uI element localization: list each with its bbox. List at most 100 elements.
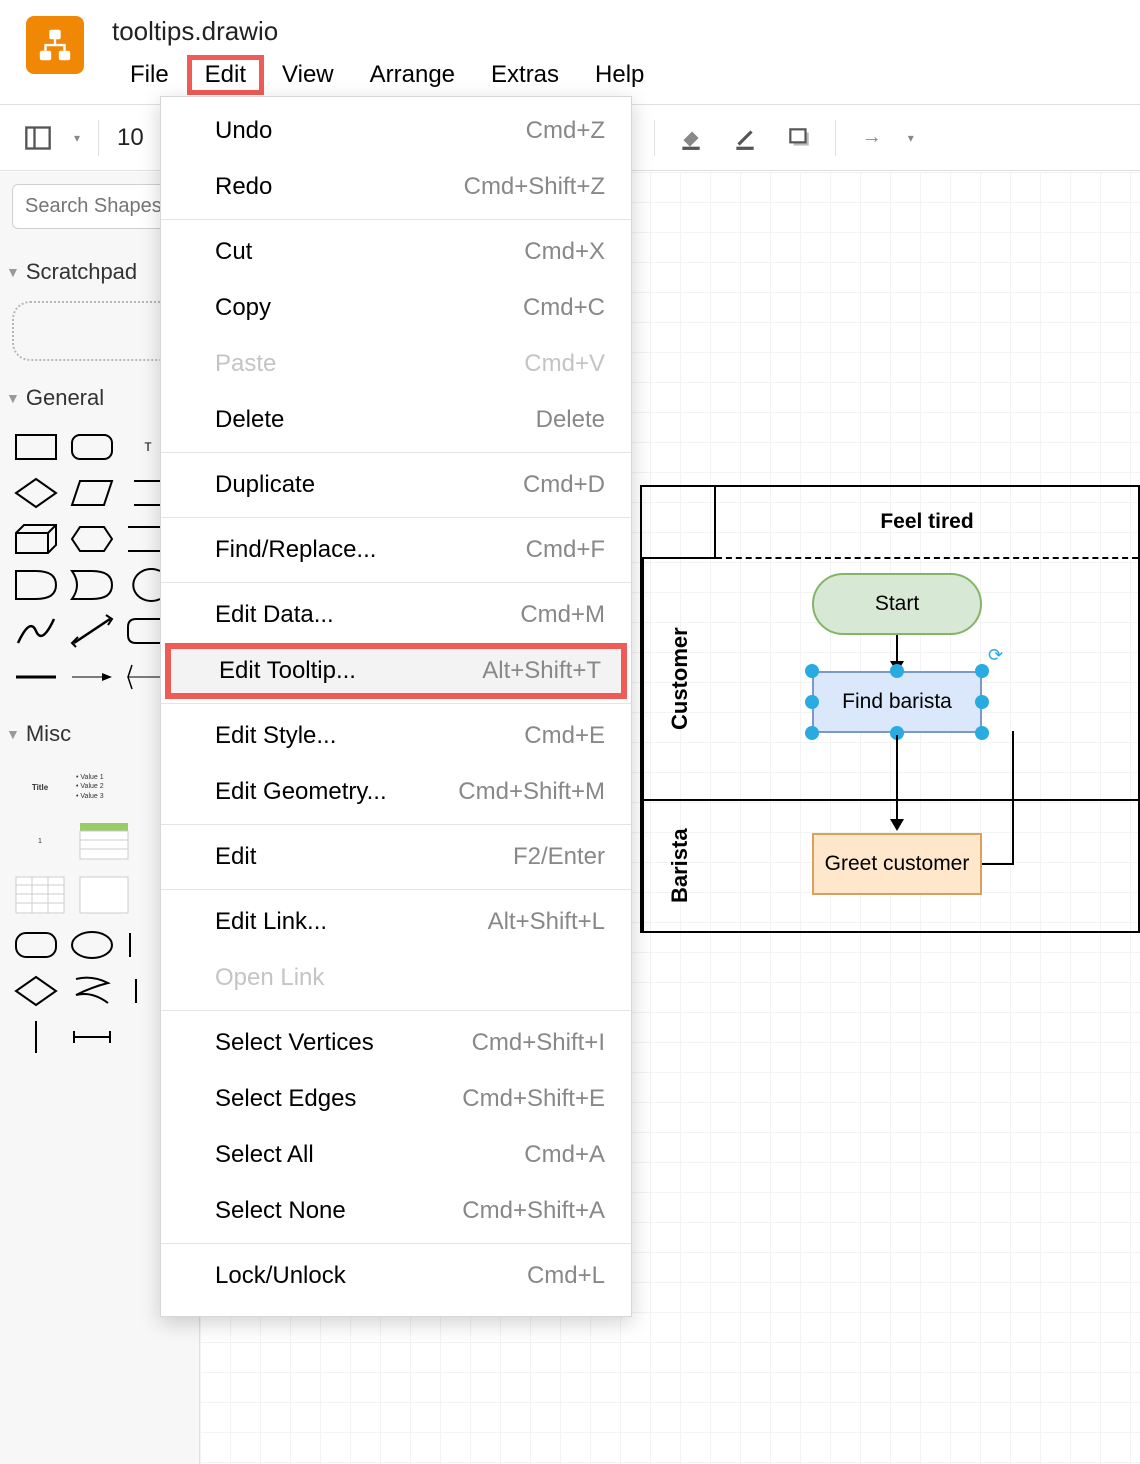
selection-handle[interactable]: [890, 664, 904, 678]
menu-item-select-edges[interactable]: Select EdgesCmd+Shift+E: [161, 1071, 631, 1127]
misc-ellipse[interactable]: [68, 927, 116, 963]
menu-separator: [161, 703, 631, 704]
edge-greet-out-v[interactable]: [1012, 731, 1014, 865]
menu-item-shortcut: Cmd+Shift+A: [462, 1197, 605, 1225]
shape-rounded-rect[interactable]: [68, 429, 116, 465]
lane-label-customer[interactable]: Customer: [642, 559, 716, 799]
misc-table-green[interactable]: [76, 819, 132, 863]
menu-item-paste: PasteCmd+V: [161, 336, 631, 392]
menu-item-label: Lock/Unlock: [215, 1262, 346, 1290]
menu-item-undo[interactable]: UndoCmd+Z: [161, 103, 631, 159]
selection-handle[interactable]: [805, 726, 819, 740]
menu-item-open-link: Open Link: [161, 950, 631, 1006]
menu-item-select-vertices[interactable]: Select VerticesCmd+Shift+I: [161, 1015, 631, 1071]
shape-hexagon[interactable]: [68, 521, 116, 557]
misc-table-partial[interactable]: [76, 873, 132, 917]
lane-label-barista[interactable]: Barista: [642, 801, 716, 931]
shape-and[interactable]: [12, 567, 60, 603]
menu-item-shortcut: Cmd+Shift+M: [458, 778, 605, 806]
menu-item-shortcut: F2/Enter: [513, 843, 605, 871]
menu-item-edit[interactable]: Edit F2/Enter: [161, 829, 631, 885]
selection-handle[interactable]: [975, 664, 989, 678]
node-find-barista[interactable]: Find barista: [812, 671, 982, 733]
menu-item-shortcut: Cmd+V: [524, 350, 605, 378]
menu-item-edit-style[interactable]: Edit Style...Cmd+E: [161, 708, 631, 764]
menu-item-label: Find/Replace...: [215, 536, 376, 564]
menu-item-shortcut: Cmd+L: [527, 1262, 605, 1290]
shape-or[interactable]: [68, 567, 116, 603]
menu-item-select-all[interactable]: Select AllCmd+A: [161, 1127, 631, 1183]
zoom-value[interactable]: 10: [117, 124, 144, 152]
shape-dashed-line[interactable]: [68, 659, 116, 695]
node-greet-customer[interactable]: Greet customer: [812, 833, 982, 895]
node-start[interactable]: Start: [812, 573, 982, 635]
misc-hbar[interactable]: [68, 1019, 116, 1055]
shape-line-thick[interactable]: [12, 659, 60, 695]
menu-item-edit-tooltip[interactable]: Edit Tooltip...Alt+Shift+T: [165, 643, 627, 699]
menu-item-shortcut: Cmd+C: [523, 294, 605, 322]
menu-item-edit-link[interactable]: Edit Link...Alt+Shift+L: [161, 894, 631, 950]
shape-cube[interactable]: [12, 521, 60, 557]
misc-values-list[interactable]: • Value 1 • Value 2 • Value 3: [76, 765, 132, 809]
menu-item-shortcut: Cmd+X: [524, 238, 605, 266]
misc-title[interactable]: Title: [12, 765, 68, 809]
shape-diamond[interactable]: [12, 475, 60, 511]
menu-item-duplicate[interactable]: DuplicateCmd+D: [161, 457, 631, 513]
menu-item-redo[interactable]: RedoCmd+Shift+Z: [161, 159, 631, 215]
menu-item-label: Select Edges: [215, 1085, 356, 1113]
misc-vline[interactable]: [12, 1019, 60, 1055]
misc-zigzag[interactable]: [68, 973, 116, 1009]
swimlane-corner: [642, 487, 716, 559]
swimlane-container[interactable]: Feel tired Customer Start Find barista ⟳: [640, 485, 1140, 933]
menu-edit[interactable]: Edit: [187, 55, 264, 95]
misc-table-plain[interactable]: [12, 873, 68, 917]
shape-curve[interactable]: [12, 613, 60, 649]
view-mode-icon[interactable]: [20, 120, 56, 156]
lane-body-customer[interactable]: Start Find barista ⟳ →: [716, 559, 1138, 799]
edge-greet-out[interactable]: [982, 863, 1014, 865]
menu-extras[interactable]: Extras: [473, 55, 577, 95]
edge-into-greet[interactable]: [896, 799, 898, 821]
menu-item-label: Cut: [215, 238, 252, 266]
menu-separator: [161, 1243, 631, 1244]
shape-parallelogram[interactable]: [68, 475, 116, 511]
menu-help[interactable]: Help: [577, 55, 662, 95]
menu-item-edit-geometry[interactable]: Edit Geometry...Cmd+Shift+M: [161, 764, 631, 820]
menu-item-shortcut: Cmd+F: [526, 536, 605, 564]
menu-item-lock-unlock[interactable]: Lock/Unlock Cmd+L: [161, 1248, 631, 1304]
menu-item-edit-data[interactable]: Edit Data...Cmd+M: [161, 587, 631, 643]
selection-handle[interactable]: [975, 726, 989, 740]
misc-partial[interactable]: 1: [12, 819, 68, 863]
menu-item-label: Edit: [215, 843, 256, 871]
edit-menu-dropdown: UndoCmd+ZRedoCmd+Shift+Z Cut Cmd+X CopyCmd+…: [160, 96, 632, 1317]
lane-body-barista[interactable]: Greet customer: [716, 801, 1138, 931]
app-logo: [26, 16, 84, 74]
menu-view[interactable]: View: [264, 55, 352, 95]
menu-arrange[interactable]: Arrange: [352, 55, 473, 95]
misc-rounded-rect[interactable]: [12, 927, 60, 963]
document-title[interactable]: tooltips.drawio: [112, 10, 662, 55]
menu-item-cut[interactable]: Cut Cmd+X: [161, 224, 631, 280]
line-color-icon[interactable]: [727, 120, 763, 156]
selection-handle[interactable]: [975, 695, 989, 709]
lane-header-feel-tired[interactable]: Feel tired: [716, 487, 1138, 559]
menu-item-select-none[interactable]: Select NoneCmd+Shift+A: [161, 1183, 631, 1239]
menu-item-find-replace[interactable]: Find/Replace... Cmd+F: [161, 522, 631, 578]
shadow-icon[interactable]: [781, 120, 817, 156]
fill-color-icon[interactable]: [673, 120, 709, 156]
menu-item-copy[interactable]: CopyCmd+C: [161, 280, 631, 336]
menu-item-delete[interactable]: DeleteDelete: [161, 392, 631, 448]
general-label: General: [26, 385, 104, 411]
menu-separator: [161, 1010, 631, 1011]
shape-bidir-arrow[interactable]: [68, 613, 116, 649]
rotate-handle-icon[interactable]: ⟳: [988, 645, 1006, 663]
selection-handle[interactable]: [805, 664, 819, 678]
connection-icon[interactable]: →: [854, 120, 890, 156]
menu-separator: [161, 824, 631, 825]
selection-handle[interactable]: [805, 695, 819, 709]
menu-item-label: Edit Style...: [215, 722, 336, 750]
shape-rectangle[interactable]: [12, 429, 60, 465]
menu-file[interactable]: File: [112, 55, 187, 95]
misc-diamond[interactable]: [12, 973, 60, 1009]
menu-separator: [161, 517, 631, 518]
